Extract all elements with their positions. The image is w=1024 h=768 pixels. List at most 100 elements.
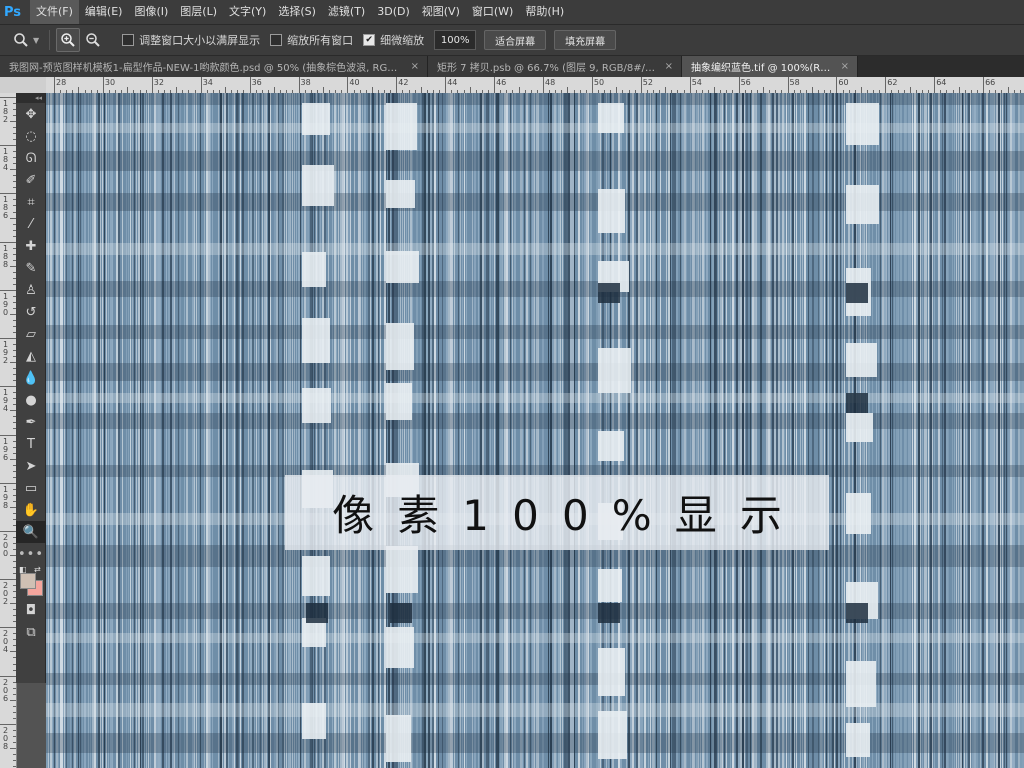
scrubby-zoom-label: 细微缩放 <box>380 34 425 47</box>
brush-tool-icon[interactable]: ✎ <box>16 257 46 279</box>
foreground-color-swatch[interactable] <box>20 573 36 589</box>
texture-panel <box>386 715 411 762</box>
marquee-tool-icon[interactable]: ◌ <box>16 125 46 147</box>
texture-panel <box>302 103 330 135</box>
texture-panel <box>386 180 415 208</box>
texture-panel <box>846 103 879 145</box>
ruler-tick <box>10 699 16 701</box>
move-tool-icon[interactable]: ✥ <box>16 103 46 125</box>
clone-stamp-tool-icon[interactable]: ♙ <box>16 279 46 301</box>
texture-band <box>46 673 1024 685</box>
texture-panel <box>598 569 622 602</box>
texture-panel <box>302 556 330 596</box>
vertical-ruler[interactable]: 182 184 186 188 190 192 194 196 198 200 202 204 206 2… <box>0 93 17 768</box>
ruler-tick <box>445 77 447 93</box>
close-tab-icon[interactable]: × <box>665 61 673 72</box>
document-tab[interactable]: 我图网-预览图样机模板1-扁型作品-NEW-1哟款颜色.psd @ 50% (抽… <box>0 56 428 77</box>
ruler-label: 46 <box>496 78 507 87</box>
menu-item[interactable]: 选择(S) <box>272 0 322 24</box>
fill-screen-button[interactable]: 填充屏幕 <box>554 30 617 50</box>
menu-item[interactable]: 文件(F) <box>30 0 79 24</box>
menu-item[interactable]: 窗口(W) <box>466 0 519 24</box>
menu-item[interactable]: 图像(I) <box>128 0 174 24</box>
ruler-tick <box>13 693 16 695</box>
close-tab-icon[interactable]: × <box>841 61 849 72</box>
ruler-tick <box>0 145 16 147</box>
resize-windows-checkbox-box[interactable] <box>122 34 135 46</box>
rectangle-tool-icon[interactable]: ▭ <box>16 477 46 499</box>
history-brush-tool-icon[interactable]: ↺ <box>16 301 46 323</box>
zoom-all-windows-checkbox-box[interactable] <box>270 34 283 46</box>
zoom-in-icon[interactable] <box>56 28 81 52</box>
zoom-percent-field[interactable]: 100% <box>434 30 477 50</box>
path-select-tool-icon[interactable]: ➤ <box>16 455 46 477</box>
menu-item[interactable]: 文字(Y) <box>223 0 272 24</box>
zoom-tool-icon[interactable]: 🔍 <box>16 521 46 543</box>
texture-panel <box>846 413 873 442</box>
zoom-out-icon[interactable] <box>82 29 104 51</box>
ruler-label: 182 <box>2 99 9 124</box>
document-tab[interactable]: 矩形 7 拷贝.psb @ 66.7% (图层 9, RGB/8#/CMYK) × <box>428 56 682 77</box>
tools-panel-collapse-icon[interactable]: ◂◂ <box>16 93 45 103</box>
pen-tool-icon[interactable]: ✒ <box>16 411 46 433</box>
menu-item[interactable]: 视图(V) <box>416 0 466 24</box>
paint-bucket-tool-icon[interactable]: ◭ <box>16 345 46 367</box>
zoom-preset-caret-icon[interactable]: ▼ <box>33 36 39 45</box>
quick-mask-icon[interactable]: ◘ <box>16 599 46 621</box>
ruler-tick <box>836 77 838 93</box>
texture-knot <box>306 603 328 623</box>
close-tab-icon[interactable]: × <box>411 61 419 72</box>
document-tab-label: 抽象编织蓝色.tif @ 100%(RGB/8) <box>691 63 834 74</box>
menu-item[interactable]: 3D(D) <box>371 0 416 24</box>
texture-panel <box>386 323 414 370</box>
zoom-preset-icon[interactable] <box>10 29 32 51</box>
lasso-tool-icon[interactable]: ᘏ <box>16 147 46 169</box>
menu-item[interactable]: 编辑(E) <box>79 0 129 24</box>
document-canvas[interactable]: 像素100%显示 <box>46 93 1024 768</box>
ruler-tick <box>0 530 16 532</box>
zoom-all-windows-checkbox[interactable]: 缩放所有窗口 <box>270 32 353 48</box>
dodge-tool-icon[interactable]: ● <box>16 389 46 411</box>
ruler-tick <box>13 687 16 689</box>
texture-band <box>46 243 1024 255</box>
healing-brush-tool-icon[interactable]: ✚ <box>16 235 46 257</box>
ruler-label: 200 <box>2 532 9 558</box>
eraser-tool-icon[interactable]: ▱ <box>16 323 46 345</box>
hand-tool-icon[interactable]: ✋ <box>16 499 46 521</box>
texture-panel <box>386 251 419 283</box>
screen-mode-icon[interactable]: ⧉ <box>16 621 46 643</box>
document-tab[interactable]: 抽象编织蓝色.tif @ 100%(RGB/8) × <box>682 56 858 77</box>
horizontal-ruler[interactable]: 28 30 32 34 36 38 40 42 44 46 48 50 52 54 56 58 60 62 64 66 <box>46 77 1024 94</box>
texture-panel <box>846 723 870 757</box>
eyedropper-tool-icon[interactable]: ⁄ <box>16 213 46 235</box>
ruler-tick <box>13 711 16 713</box>
ruler-tick <box>347 77 349 93</box>
menu-item[interactable]: 图层(L) <box>174 0 223 24</box>
ruler-label: 40 <box>349 78 360 87</box>
menu-item[interactable]: 滤镜(T) <box>322 0 371 24</box>
crop-tool-icon[interactable]: ⌗ <box>16 191 46 213</box>
texture-panel <box>846 185 879 224</box>
more-tools-icon[interactable]: ••• <box>16 543 46 565</box>
resize-windows-checkbox[interactable]: 调整窗口大小以满屏显示 <box>122 32 260 48</box>
ruler-tick <box>0 241 16 243</box>
ruler-label: 38 <box>300 78 311 87</box>
menu-item[interactable]: 帮助(H) <box>519 0 570 24</box>
texture-panel <box>598 711 627 759</box>
ruler-tick <box>0 193 16 195</box>
type-tool-icon[interactable]: T <box>16 433 46 455</box>
ruler-label: 48 <box>545 78 556 87</box>
ruler-label: 196 <box>2 436 9 462</box>
scrubby-zoom-checkbox[interactable]: ✔ 细微缩放 <box>363 32 424 48</box>
fit-screen-button[interactable]: 适合屏幕 <box>484 30 547 50</box>
ruler-tick <box>102 77 104 93</box>
blur-tool-icon[interactable]: 💧 <box>16 367 46 389</box>
overlay-caption-box: 像素100%显示 <box>285 475 829 550</box>
texture-knot <box>390 603 412 623</box>
scrubby-zoom-checkbox-box[interactable]: ✔ <box>363 34 376 46</box>
texture-band <box>46 393 1024 403</box>
texture-knot <box>846 603 868 623</box>
quick-select-tool-icon[interactable]: ✐ <box>16 169 46 191</box>
ruler-tick <box>13 735 16 737</box>
photoshop-logo[interactable]: Ps <box>4 3 24 21</box>
